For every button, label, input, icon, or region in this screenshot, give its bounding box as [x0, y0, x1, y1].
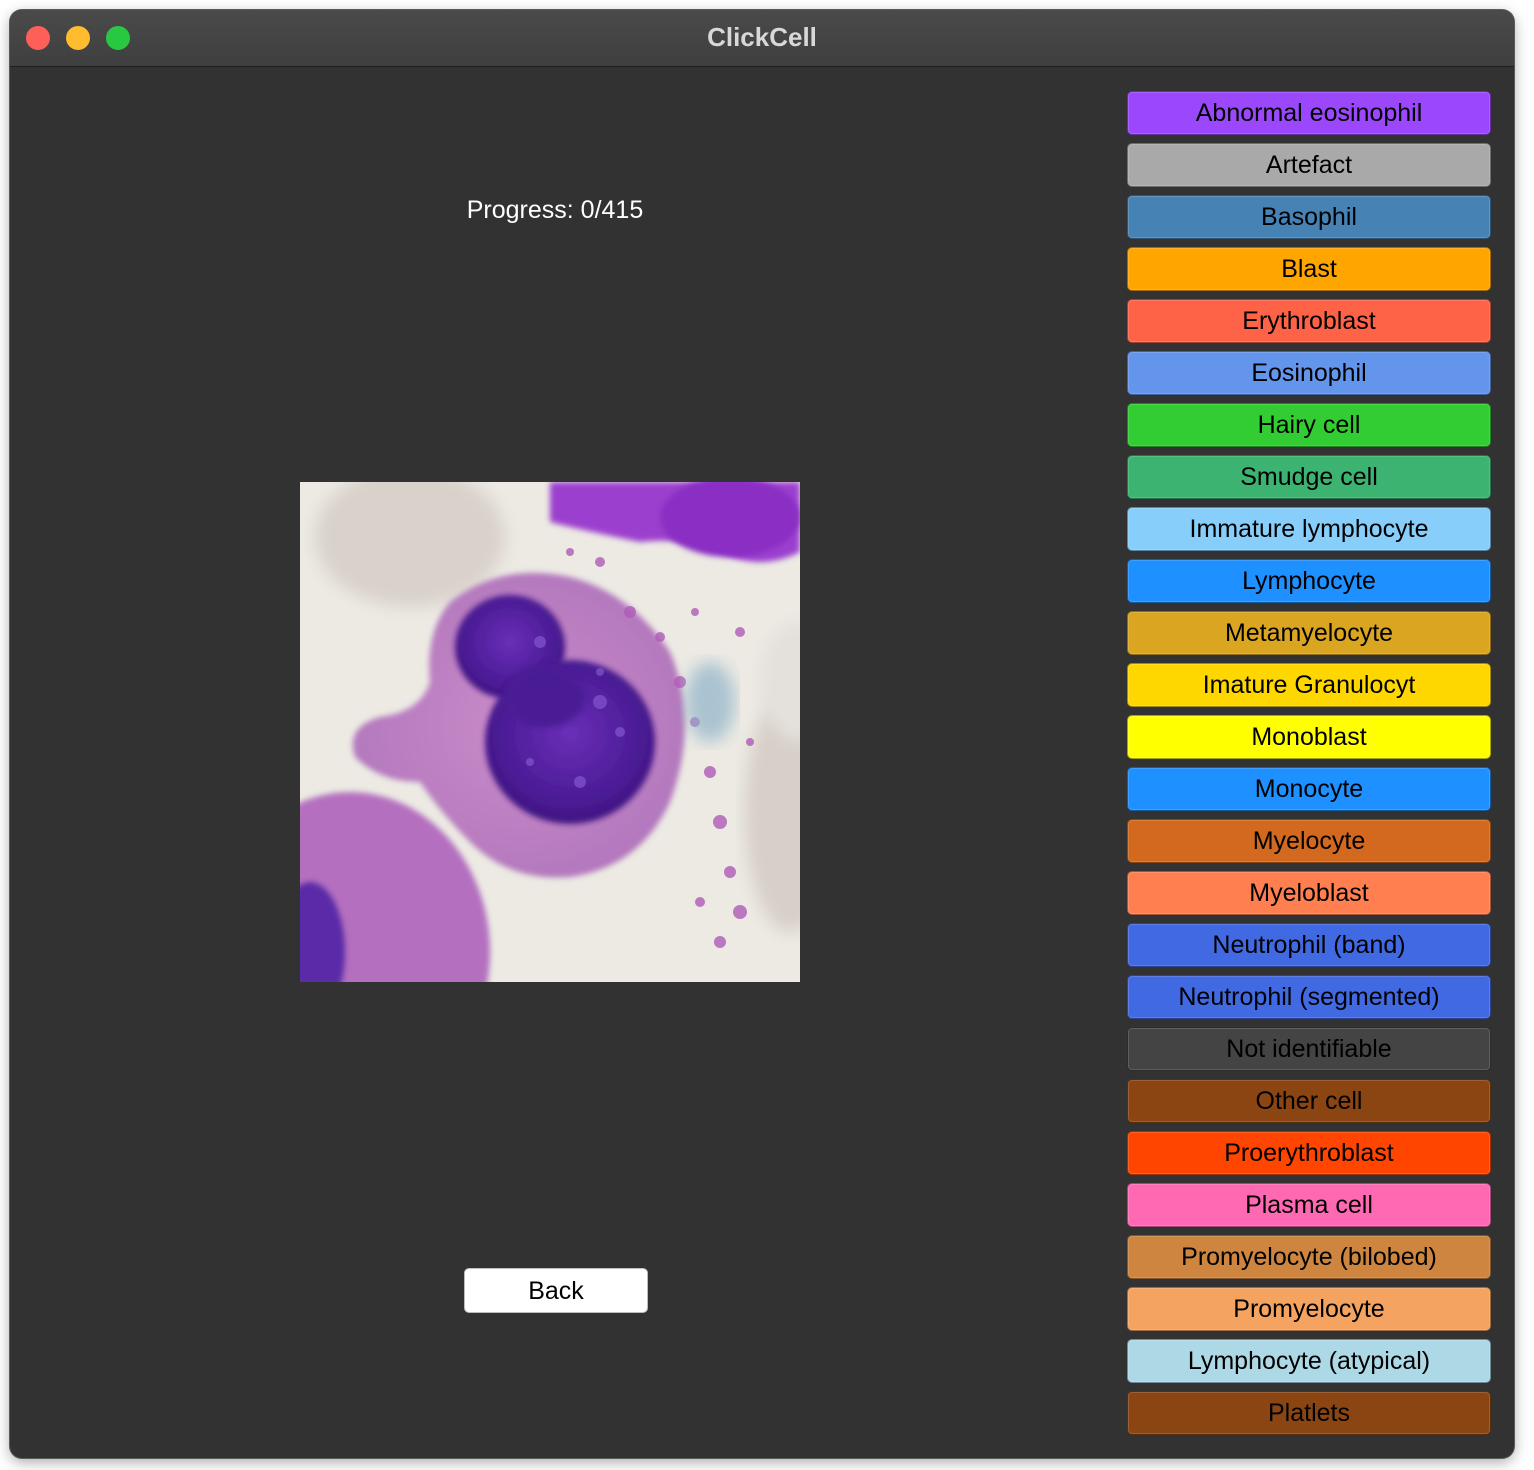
cell-type-button[interactable]: Lymphocyte: [1127, 559, 1491, 603]
cell-type-button[interactable]: Neutrophil (band): [1127, 923, 1491, 967]
cell-type-button[interactable]: Plasma cell: [1127, 1183, 1491, 1227]
cell-type-button[interactable]: Metamyelocyte: [1127, 611, 1491, 655]
window-title: ClickCell: [707, 22, 817, 52]
cell-type-button[interactable]: Proerythroblast: [1127, 1131, 1491, 1175]
cell-type-button[interactable]: Not identifiable: [1127, 1027, 1491, 1071]
cell-type-button[interactable]: Erythroblast: [1127, 299, 1491, 343]
app-window: ClickCell Progress: 0/415 Back Abnormal …: [10, 10, 1514, 1458]
cell-type-button[interactable]: Promyelocyte (bilobed): [1127, 1235, 1491, 1279]
cell-type-button[interactable]: Myeloblast: [1127, 871, 1491, 915]
cell-type-button[interactable]: Lymphocyte (atypical): [1127, 1339, 1491, 1383]
cell-type-button[interactable]: Monoblast: [1127, 715, 1491, 759]
cell-type-button[interactable]: Hairy cell: [1127, 403, 1491, 447]
cell-type-button[interactable]: Immature lymphocyte: [1127, 507, 1491, 551]
cell-type-button[interactable]: Basophil: [1127, 195, 1491, 239]
progress-label: Progress: 0/415: [466, 196, 644, 224]
cell-type-button[interactable]: Imature Granulocyt: [1127, 663, 1491, 707]
cell-type-button[interactable]: Myelocyte: [1127, 819, 1491, 863]
cell-type-button[interactable]: Eosinophil: [1127, 351, 1491, 395]
cell-type-button[interactable]: Smudge cell: [1127, 455, 1491, 499]
cell-type-button[interactable]: Blast: [1127, 247, 1491, 291]
cell-image: [300, 482, 800, 982]
back-button[interactable]: Back: [464, 1268, 648, 1313]
cell-type-button[interactable]: Monocyte: [1127, 767, 1491, 811]
cell-type-button[interactable]: Abnormal eosinophil: [1127, 91, 1491, 135]
cell-type-button[interactable]: Artefact: [1127, 143, 1491, 187]
cell-type-button[interactable]: Other cell: [1127, 1079, 1491, 1123]
cell-type-button[interactable]: Platlets: [1127, 1391, 1491, 1435]
cell-type-button[interactable]: Neutrophil (segmented): [1127, 975, 1491, 1019]
cell-type-button-list: Abnormal eosinophil Artefact Basophil Blast…: [1127, 91, 1491, 1443]
title-bar[interactable]: ClickCell: [10, 10, 1514, 67]
cell-type-button[interactable]: Promyelocyte: [1127, 1287, 1491, 1331]
